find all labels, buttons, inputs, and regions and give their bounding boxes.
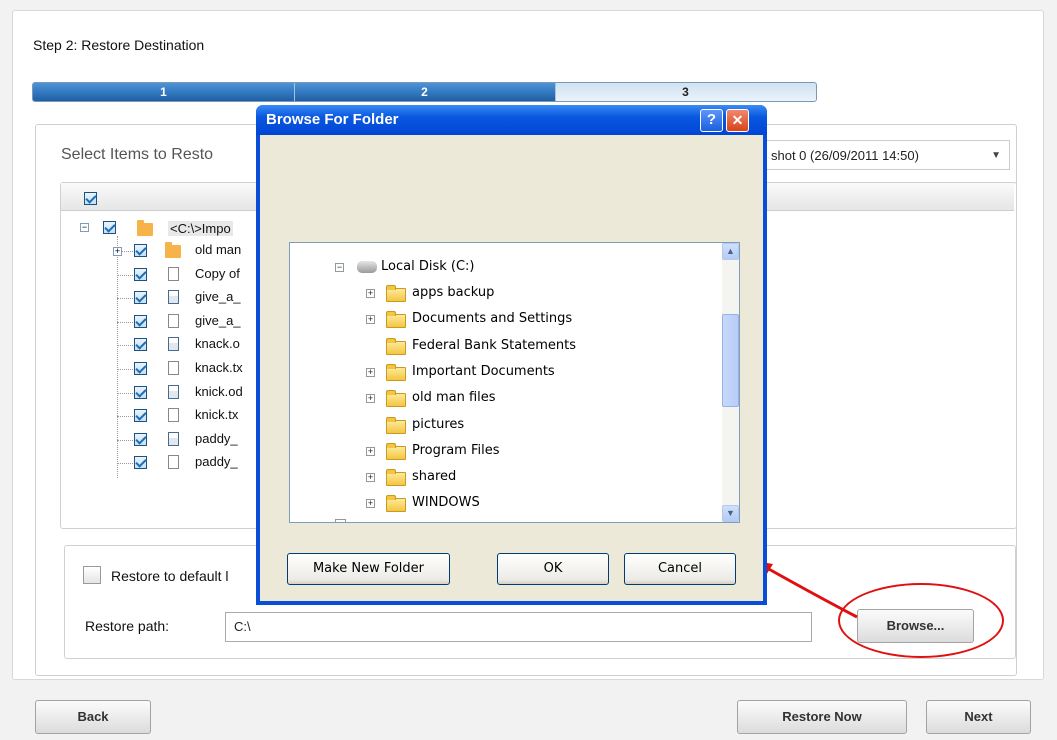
cancel-button[interactable]: Cancel: [624, 553, 736, 585]
browse-folder-dialog: Browse For Folder ? ✕ − Local Disk (C:) …: [256, 105, 767, 605]
odt-file-icon: [168, 384, 179, 399]
collapse-drive-icon[interactable]: −: [335, 263, 344, 272]
tree-item-label[interactable]: give_a_: [195, 289, 241, 304]
make-new-folder-button[interactable]: Make New Folder: [287, 553, 450, 585]
snapshot-dropdown[interactable]: shot 0 (26/09/2011 14:50) ▼: [760, 140, 1010, 170]
item-checkbox[interactable]: [134, 362, 147, 375]
tree-item-label[interactable]: give_a_: [195, 313, 241, 328]
tree-item-label[interactable]: knack.o: [195, 336, 240, 351]
expand-icon[interactable]: +: [366, 473, 375, 483]
folder-icon: [386, 495, 406, 513]
odt-file-icon: [168, 337, 179, 352]
expand-icon[interactable]: +: [366, 446, 375, 456]
dialog-title: Browse For Folder: [266, 111, 399, 128]
folder-icon: [165, 242, 181, 258]
back-button[interactable]: Back: [35, 700, 151, 734]
dialog-title-bar: Browse For Folder ? ✕: [256, 105, 767, 135]
folder-tree: − Local Disk (C:) + apps backup + Documents…: [289, 242, 740, 523]
folder-item-label[interactable]: Federal Bank Statements: [412, 338, 576, 353]
step-3-label: 3: [682, 85, 689, 99]
folder-icon: [386, 363, 406, 381]
item-checkbox[interactable]: [134, 338, 147, 352]
txt-file-icon: [168, 408, 179, 423]
odt-file-icon: [168, 290, 179, 305]
tree-item-label[interactable]: knack.tx: [195, 360, 243, 375]
expand-icon[interactable]: +: [366, 315, 375, 325]
item-checkbox[interactable]: [134, 409, 147, 423]
step-1-label: 1: [160, 85, 167, 99]
tree-item-label[interactable]: old man: [195, 242, 241, 257]
folder-item-label[interactable]: Documents and Settings: [412, 311, 572, 326]
tree-item-label[interactable]: Copy of: [195, 266, 240, 281]
expand-icon[interactable]: +: [366, 394, 375, 404]
restore-default-checkbox[interactable]: [83, 566, 101, 584]
txt-file-icon: [168, 266, 179, 281]
restore-default-label: Restore to default l: [111, 568, 229, 584]
folder-icon: [386, 337, 406, 355]
select-all-checkbox[interactable]: [84, 192, 97, 205]
item-checkbox[interactable]: [134, 244, 147, 257]
collapse-root-icon[interactable]: −: [80, 223, 89, 232]
odt-file-icon: [168, 431, 179, 446]
item-checkbox[interactable]: [134, 314, 147, 328]
folder-icon: [386, 311, 406, 329]
folder-icon: [386, 285, 406, 302]
folder-item-label[interactable]: pictures: [412, 417, 464, 432]
scroll-up-icon[interactable]: ▲: [722, 243, 739, 260]
local-disk-icon: [357, 261, 377, 273]
folder-item-label[interactable]: Important Documents: [412, 364, 555, 379]
folder-item-label[interactable]: shared: [412, 469, 456, 484]
txt-file-icon: [168, 455, 179, 470]
folder-item-label[interactable]: WINDOWS: [412, 495, 480, 510]
close-icon[interactable]: ✕: [726, 109, 749, 132]
select-items-label: Select Items to Resto: [61, 146, 214, 163]
folder-icon: [386, 442, 406, 460]
next-button[interactable]: Next: [926, 700, 1031, 734]
txt-file-icon: [168, 313, 179, 328]
root-checkbox[interactable]: [103, 221, 116, 234]
tree-root-label[interactable]: <C:\>Impo: [168, 221, 233, 236]
dropdown-arrow-icon: ▼: [991, 150, 1001, 161]
item-checkbox[interactable]: [134, 432, 147, 446]
scroll-down-icon[interactable]: ▼: [722, 505, 739, 522]
tree-item-label[interactable]: knick.od: [195, 384, 243, 399]
expand-icon[interactable]: +: [366, 289, 375, 298]
tree-item-label[interactable]: paddy_: [195, 454, 238, 469]
folder-icon: [386, 390, 406, 408]
item-checkbox[interactable]: [134, 385, 147, 399]
folder-icon: [137, 220, 153, 236]
folder-icon: [386, 469, 406, 487]
folder-item-label[interactable]: old man files: [412, 390, 496, 405]
txt-file-icon: [168, 361, 179, 375]
tree-item-label[interactable]: paddy_: [195, 431, 238, 446]
folder-item-label[interactable]: Program Files: [412, 443, 500, 458]
item-checkbox[interactable]: [134, 291, 147, 305]
help-icon[interactable]: ?: [700, 109, 723, 132]
restore-path-label: Restore path:: [85, 618, 170, 634]
item-checkbox[interactable]: [134, 267, 147, 281]
ok-button[interactable]: OK: [497, 553, 609, 585]
item-checkbox[interactable]: [134, 456, 147, 470]
restore-now-button[interactable]: Restore Now: [737, 700, 907, 734]
scroll-thumb[interactable]: [722, 314, 739, 407]
folder-icon: [386, 416, 406, 434]
folder-item-label[interactable]: apps backup: [412, 285, 494, 300]
step-progress-bar: 1 2 3: [32, 82, 817, 102]
tree-item-label[interactable]: knick.tx: [195, 407, 238, 422]
expand-icon[interactable]: +: [366, 367, 375, 377]
step-title: Step 2: Restore Destination: [33, 37, 205, 53]
folder-scrollbar[interactable]: ▲ ▼: [722, 243, 739, 522]
snapshot-value: shot 0 (26/09/2011 14:50): [771, 148, 919, 163]
dialog-body: − Local Disk (C:) + apps backup + Documents…: [260, 135, 763, 601]
step-2-label: 2: [421, 85, 428, 99]
restore-path-input[interactable]: C:\: [225, 612, 812, 642]
expand-icon[interactable]: +: [366, 499, 375, 509]
expand-icon[interactable]: +: [113, 247, 122, 256]
local-disk-label[interactable]: Local Disk (C:): [381, 259, 474, 274]
